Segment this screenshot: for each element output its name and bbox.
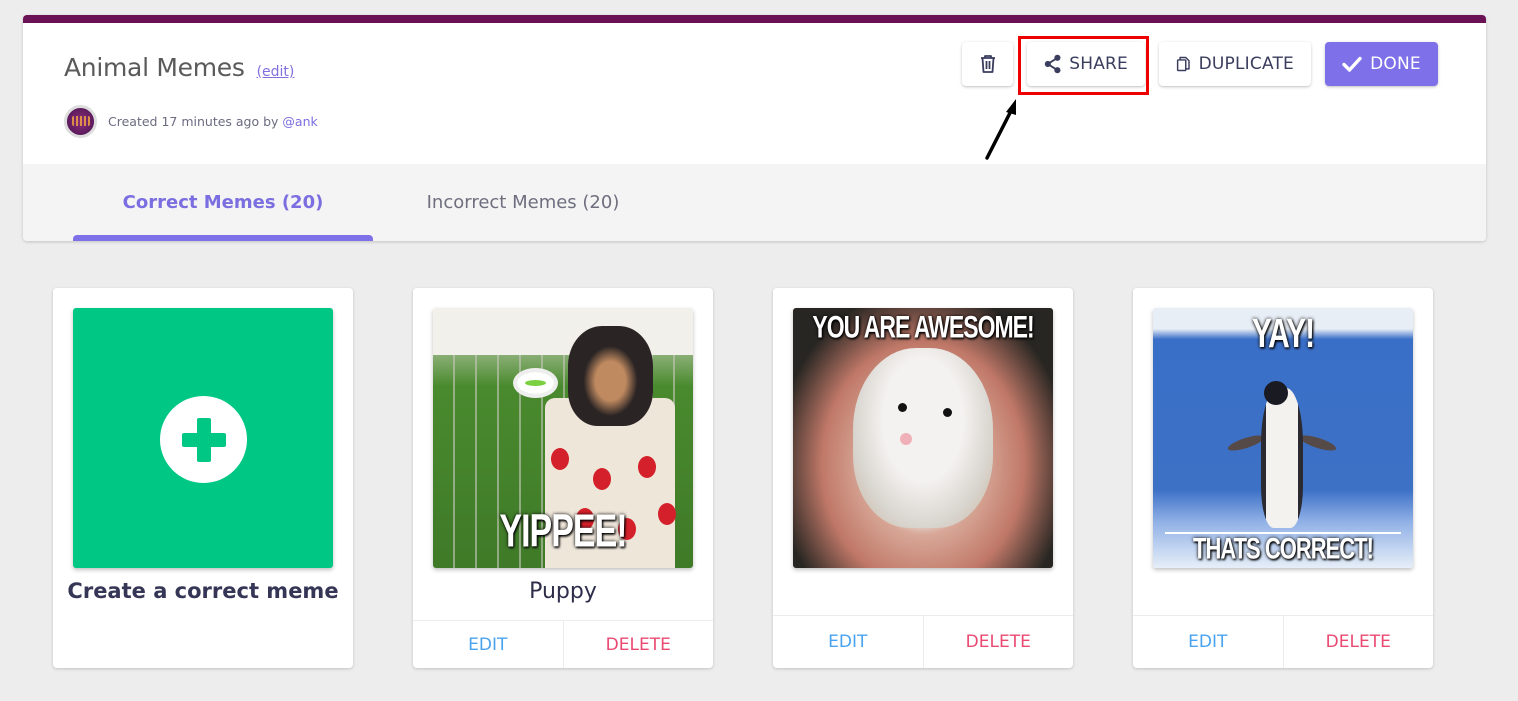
tab-incorrect-memes[interactable]: Incorrect Memes (20) xyxy=(373,164,673,241)
meme-card: YAY! THATS CORRECT! EDIT DELETE xyxy=(1133,288,1433,668)
cup-dot xyxy=(638,456,656,478)
tabs-bar: Correct Memes (20) Incorrect Memes (20) xyxy=(23,164,1486,241)
active-tab-indicator xyxy=(73,235,373,241)
delete-meme-button[interactable]: DELETE xyxy=(564,621,714,668)
created-meta: Created 17 minutes ago by @ank xyxy=(64,105,318,138)
edit-meme-button[interactable]: EDIT xyxy=(773,616,924,668)
author-link[interactable]: @ank xyxy=(282,114,317,129)
create-meme-tile[interactable] xyxy=(73,308,333,568)
plus-circle-icon xyxy=(160,396,247,483)
meme-title: Puppy xyxy=(529,579,597,604)
puppy-shape xyxy=(568,326,653,426)
done-label: DONE xyxy=(1370,54,1421,74)
created-text: Created 17 minutes ago by @ank xyxy=(108,114,318,129)
card-actions: EDIT DELETE xyxy=(1133,615,1433,668)
avatar[interactable] xyxy=(64,105,97,138)
quiz-header-card: Animal Memes (edit) Created 17 minutes a… xyxy=(23,15,1486,241)
hamster-eye xyxy=(898,403,907,412)
penguin-wing xyxy=(1298,432,1338,454)
card-actions: EDIT DELETE xyxy=(773,615,1073,668)
edit-meme-button[interactable]: EDIT xyxy=(413,621,564,668)
share-button[interactable]: SHARE xyxy=(1027,42,1145,86)
check-icon xyxy=(1342,56,1362,72)
edit-title-link[interactable]: (edit) xyxy=(257,64,295,80)
copy-icon xyxy=(1176,56,1190,72)
meme-image-puppy[interactable]: YIPPEE! xyxy=(433,308,693,568)
penguin-shape xyxy=(1261,388,1303,528)
create-meme-card[interactable]: Create a correct meme xyxy=(53,288,353,668)
delete-quiz-button[interactable] xyxy=(962,42,1013,86)
hamster-eye xyxy=(943,408,952,417)
meme-card: YIPPEE! Puppy EDIT DELETE xyxy=(413,288,713,668)
trash-icon xyxy=(980,55,995,73)
created-prefix: Created 17 minutes ago by xyxy=(108,114,283,129)
hamster-shape xyxy=(853,348,993,528)
tab-correct-memes[interactable]: Correct Memes (20) xyxy=(73,164,373,241)
meme-image-hamster[interactable]: YOU ARE AWESOME! xyxy=(793,308,1053,568)
card-actions: EDIT DELETE xyxy=(413,620,713,668)
delete-meme-button[interactable]: DELETE xyxy=(924,616,1074,668)
meme-bottom-text: THATS CORRECT! xyxy=(1193,531,1374,566)
meme-caption-text: YOU ARE AWESOME! xyxy=(812,309,1034,345)
cup-dot xyxy=(593,468,611,490)
edit-meme-button[interactable]: EDIT xyxy=(1133,616,1284,668)
duplicate-button[interactable]: DUPLICATE xyxy=(1159,42,1311,86)
meme-top-text: YAY! xyxy=(1251,312,1315,357)
hamster-nose xyxy=(900,433,912,445)
bowl-shape xyxy=(513,368,558,398)
accent-bar xyxy=(23,15,1486,23)
duplicate-label: DUPLICATE xyxy=(1198,54,1294,74)
delete-meme-button[interactable]: DELETE xyxy=(1284,616,1434,668)
penguin-head xyxy=(1264,381,1288,405)
share-icon xyxy=(1044,54,1061,74)
page-title: Animal Memes xyxy=(64,53,245,82)
title-row: Animal Memes (edit) xyxy=(64,53,294,82)
penguin-wing xyxy=(1226,432,1266,454)
meme-image-penguin[interactable]: YAY! THATS CORRECT! xyxy=(1153,308,1413,568)
share-label: SHARE xyxy=(1069,54,1128,74)
create-meme-label: Create a correct meme xyxy=(67,579,339,603)
action-toolbar: SHARE DUPLICATE DONE xyxy=(962,42,1438,86)
cup-dot xyxy=(551,448,569,470)
meme-caption-text: YIPPEE! xyxy=(499,506,627,558)
done-button[interactable]: DONE xyxy=(1325,42,1438,86)
meme-card: YOU ARE AWESOME! EDIT DELETE xyxy=(773,288,1073,668)
